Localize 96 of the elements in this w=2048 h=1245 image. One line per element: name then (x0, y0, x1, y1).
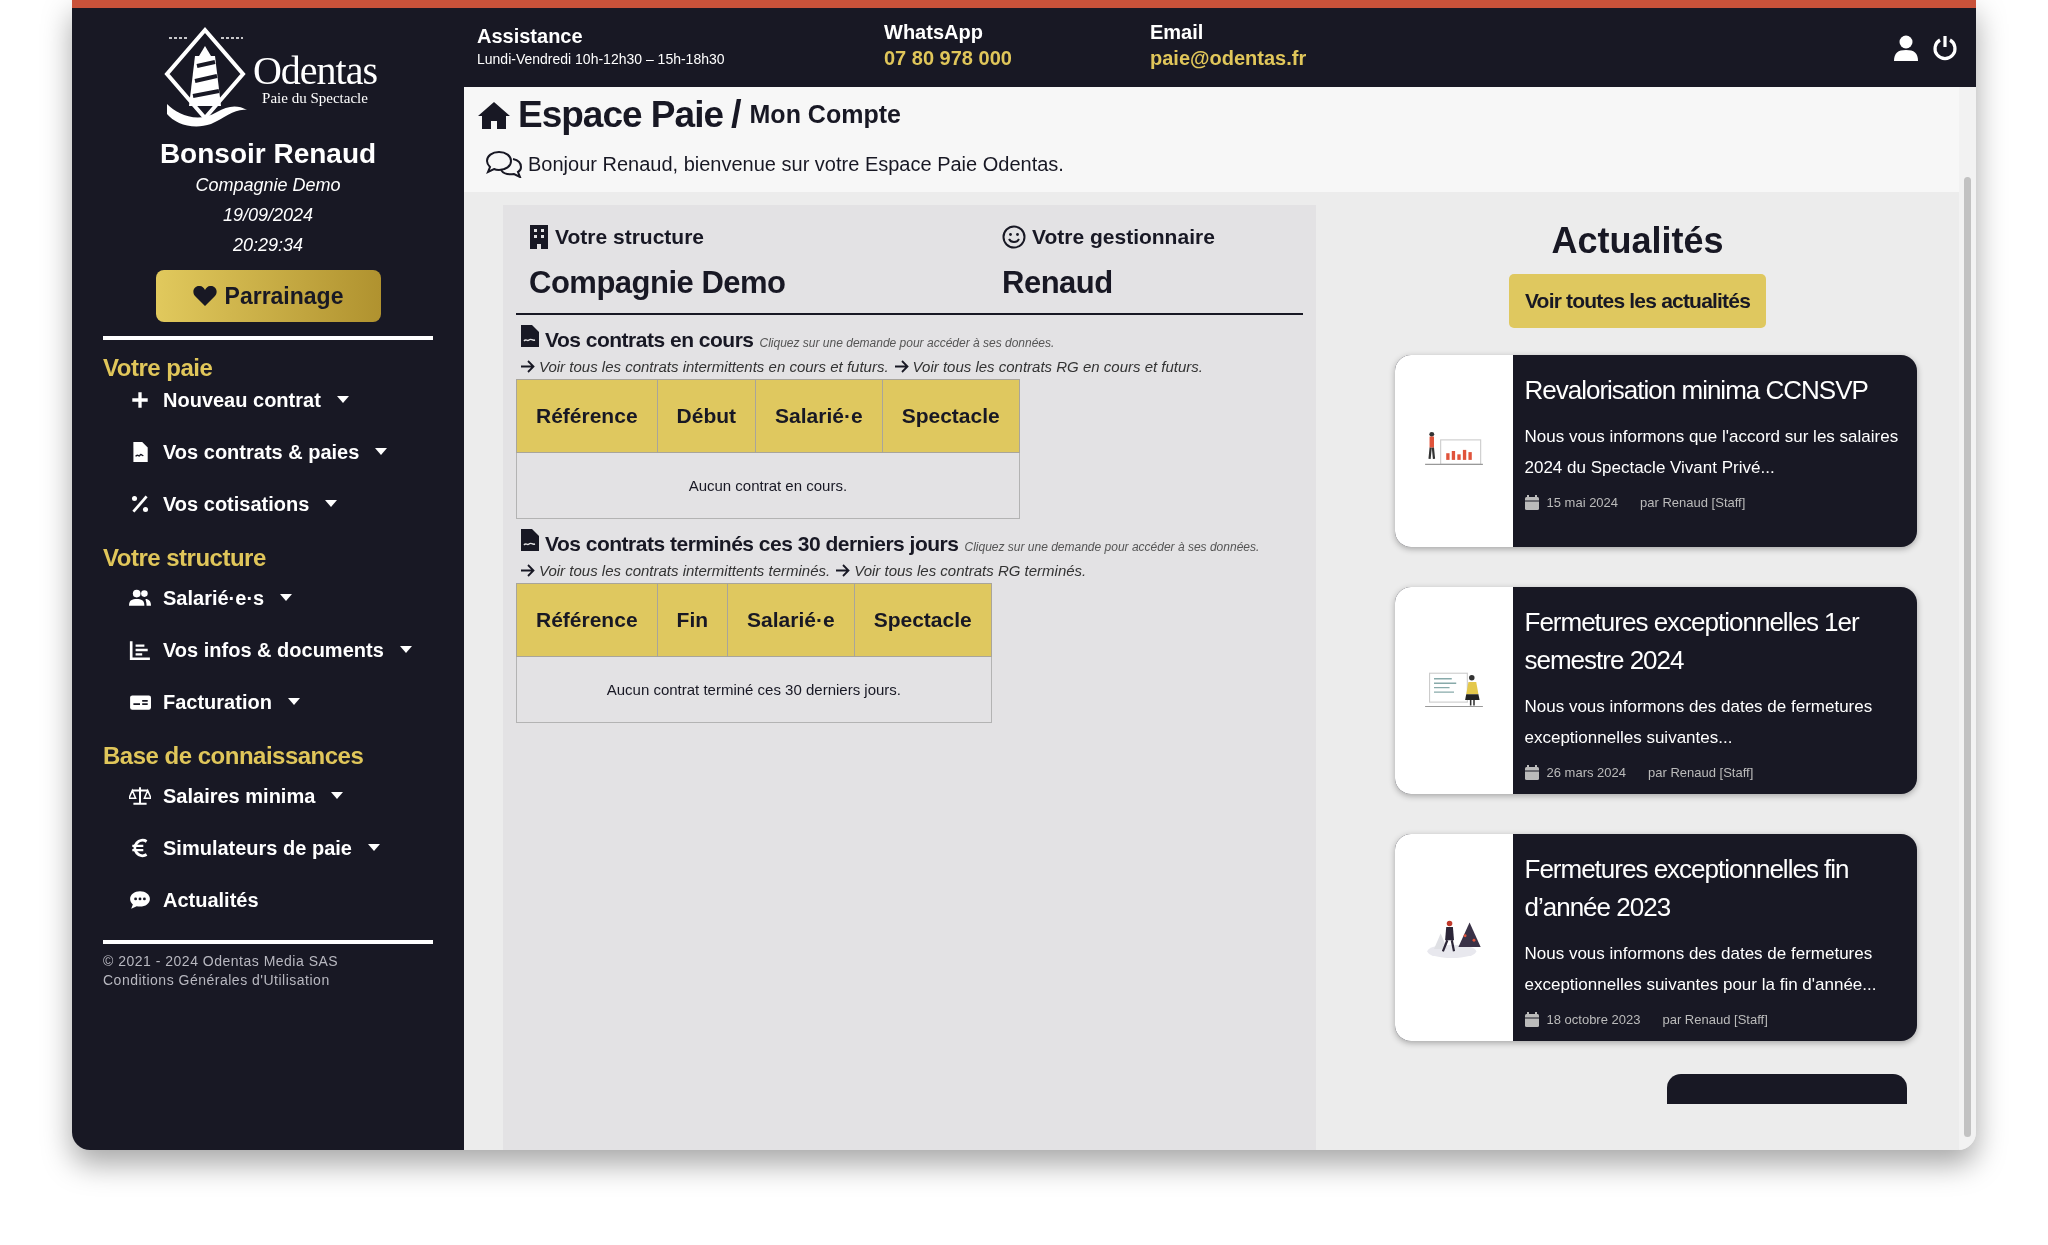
section-title: Vos contrats en cours (545, 328, 754, 352)
nav-icon (129, 889, 151, 911)
contracts-link[interactable]: Voir tous les contrats intermittents terminés. (521, 562, 831, 579)
news-card[interactable]: Revalorisation minima CCNSVP Nous vous informons que l'accord sur les salaires 2024 du Spectacle Vivant Privé... 15 mai 2024 par Renaud [Staff] (1394, 355, 1917, 547)
column-header[interactable]: Spectacle (854, 583, 992, 657)
nav-icon (129, 389, 151, 411)
column-header[interactable]: Spectacle (882, 379, 1020, 453)
arrow-icon (521, 360, 535, 373)
news-card-title: Fermetures exceptionnelles 1er semestre 2024 (1524, 606, 1861, 677)
nav-section-title: Base de connaissances (103, 742, 365, 770)
news-card-title: Fermetures exceptionnelles fin d’année 2023 (1524, 853, 1850, 924)
news-card-date: 26 mars 2024 (1546, 765, 1626, 780)
smiley-icon (1002, 225, 1026, 249)
empty-table-message: Aucun contrat en cours. (516, 452, 1020, 519)
nav-item[interactable]: Salaires minima (129, 770, 344, 822)
chat-icon (486, 150, 522, 178)
manager-label: Votre gestionnaire (1032, 225, 1215, 249)
news-card-excerpt: Nous vous informons des dates de fermetures exceptionnelles suivantes pour la fin d'année... (1524, 943, 1878, 996)
contact-value: Lundi-Vendredi 10h-12h30 – 15h-18h30 (477, 50, 726, 67)
arrow-icon (894, 360, 909, 373)
nav-item[interactable]: Nouveau contrat (129, 382, 349, 418)
board-illustration (1424, 672, 1483, 707)
structure-label: Votre structure (555, 225, 704, 249)
nav-item[interactable]: Facturation (129, 676, 300, 728)
all-news-button[interactable]: Voir toutes les actualités (1508, 274, 1767, 328)
copyright-text: © 2021 - 2024 Odentas Media SAS (103, 952, 340, 971)
section-title: Vos contrats terminés ces 30 derniers jours (545, 532, 959, 556)
nav-section-title: Votre paie (103, 354, 214, 382)
nav-item[interactable]: Actualités (129, 874, 259, 926)
presentation-illustration (1424, 431, 1483, 465)
document-icon (521, 529, 539, 551)
page-subtitle: Mon Compte (749, 100, 901, 129)
nav-item[interactable]: Simulateurs de paie (129, 822, 380, 874)
contact-label: WhatsApp (884, 21, 984, 44)
home-icon[interactable] (478, 100, 510, 129)
column-header[interactable]: Référence (516, 583, 658, 657)
column-header[interactable]: Début (657, 379, 756, 453)
news-card-excerpt: Nous vous informons des dates de fermetures exceptionnelles suivantes... (1524, 696, 1874, 749)
scrollbar-thumb[interactable] (1964, 177, 1971, 1137)
news-card[interactable]: Fermetures exceptionnelles 1er semestre 2024 Nous vous informons des dates de fermetures exceptionnelles suivantes... 26 mars 2024 par Renaud [Staff] (1394, 587, 1917, 794)
nav-item[interactable]: Vos infos & documents (129, 624, 412, 676)
nav-icon (129, 587, 151, 609)
contact-value[interactable]: 07 80 978 000 (884, 47, 1150, 70)
user-icon[interactable] (1894, 34, 1918, 61)
nav-icon (129, 493, 151, 515)
contracts-link[interactable]: Voir tous les contrats intermittents en cours et futurs. (521, 358, 889, 375)
column-header[interactable]: Référence (516, 379, 658, 453)
arrow-icon (521, 564, 535, 577)
calendar-icon (1524, 1012, 1539, 1027)
breadcrumb-separator: / (731, 93, 742, 136)
company-name: Compagnie Demo (195, 174, 341, 197)
contact-label: Email (1150, 21, 1205, 44)
logo-tagline: Paie du Spectacle (262, 90, 368, 106)
structure-name: Compagnie Demo (529, 265, 787, 301)
time-text: 20:29:34 (232, 234, 304, 257)
greeting: Bonsoir Renaud (159, 138, 377, 170)
section-hint: Cliquez sur une demande pour accéder à ses données. (964, 540, 1260, 554)
calendar-icon (1524, 495, 1539, 510)
contracts-link[interactable]: Voir tous les contrats RG terminés. (836, 562, 1087, 579)
news-card-date: 18 octobre 2023 (1546, 1012, 1641, 1027)
nav-icon (129, 785, 151, 807)
referral-button[interactable]: Parrainage (155, 270, 381, 322)
document-icon (521, 325, 539, 347)
power-icon[interactable] (1932, 34, 1958, 61)
terms-link[interactable]: Conditions Générales d'Utilisation (103, 971, 330, 990)
contact-label: Assistance (477, 24, 584, 48)
page-title: Espace Paie (518, 93, 723, 136)
welcome-message: Bonjour Renaud, bienvenue sur votre Espace Paie Odentas. (528, 152, 1064, 176)
contact-value[interactable]: paie@odentas.fr (1150, 47, 1307, 70)
news-card-title: Revalorisation minima CCNSVP (1524, 374, 1869, 407)
building-icon (529, 225, 549, 249)
calendar-icon (1524, 765, 1539, 780)
column-header[interactable]: Fin (657, 583, 728, 657)
logo-name: Odentas (252, 50, 378, 91)
date-text: 19/09/2024 (222, 204, 314, 227)
nav-item[interactable]: Vos cotisations (129, 478, 338, 530)
news-title: Actualités (1551, 220, 1724, 262)
news-card-excerpt: Nous vous informons que l'accord sur les salaires 2024 du Spectacle Vivant Privé... (1524, 426, 1900, 479)
heart-icon (192, 285, 217, 307)
news-card[interactable]: Fermetures exceptionnelles fin d’année 2023 Nous vous informons des dates de fermetures exceptionnelles suivantes pour la fin d'année... 18 octobre 2023 par Renaud [Staff] (1394, 834, 1917, 1041)
winter-illustration (1426, 920, 1481, 958)
news-card-date: 15 mai 2024 (1546, 495, 1619, 510)
manager-name: Renaud (1002, 265, 1114, 301)
news-card-author: par Renaud [Staff] (1640, 495, 1746, 510)
news-card-author: par Renaud [Staff] (1648, 765, 1754, 780)
column-header[interactable]: Salarié·e (755, 379, 883, 453)
section-hint: Cliquez sur une demande pour accéder à ses données. (759, 336, 1055, 350)
contracts-link[interactable]: Voir tous les contrats RG en cours et futurs. (894, 358, 1203, 375)
arrow-icon (836, 564, 851, 577)
nav-item[interactable]: Vos contrats & paies (129, 426, 388, 478)
news-card-author: par Renaud [Staff] (1662, 1012, 1768, 1027)
column-header[interactable]: Salarié·e (727, 583, 855, 657)
nav-section-title: Votre structure (103, 544, 267, 572)
nav-icon (129, 639, 151, 661)
nav-item[interactable]: Salarié·e·s (129, 572, 293, 624)
empty-table-message: Aucun contrat terminé ces 30 derniers jours. (516, 656, 992, 723)
